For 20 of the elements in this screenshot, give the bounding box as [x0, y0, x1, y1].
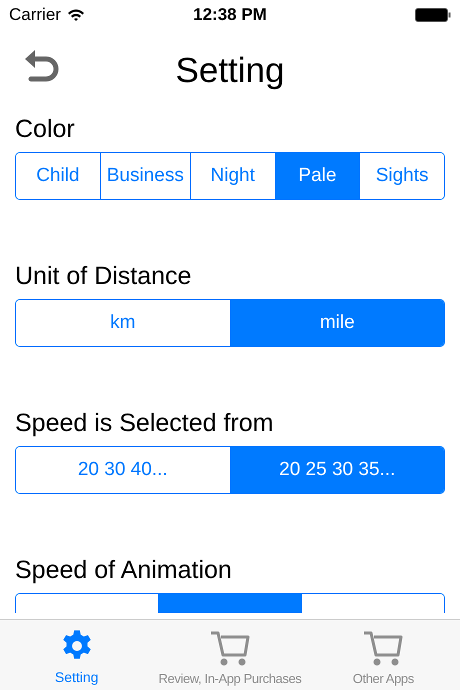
section-label: Color	[15, 114, 76, 145]
cart-icon	[208, 628, 251, 666]
segment-option[interactable]	[301, 594, 444, 613]
tab-item[interactable]: Review, In-App Purchases	[153, 620, 307, 690]
section-label: Speed of Animation	[15, 555, 233, 586]
segment-option[interactable]: mile	[230, 300, 444, 346]
tab-item[interactable]: Setting	[0, 620, 154, 690]
page-title: Setting	[176, 50, 284, 92]
section-label: Speed is Selected from	[15, 408, 274, 439]
tab-item[interactable]: Other Apps	[306, 620, 460, 690]
carrier-label: Carrier	[9, 4, 61, 26]
segment-option[interactable]: Sights	[359, 153, 444, 199]
segment-option[interactable]	[158, 594, 301, 613]
battery-icon	[414, 8, 451, 22]
segment-option[interactable]: Pale	[274, 153, 360, 199]
clock-time: 12:38 PM	[193, 4, 267, 26]
section-label: Unit of Distance	[15, 261, 192, 292]
wifi-icon	[66, 8, 85, 22]
segment-option[interactable]: 20 25 30 35...	[230, 447, 444, 493]
cart-icon	[362, 628, 404, 666]
